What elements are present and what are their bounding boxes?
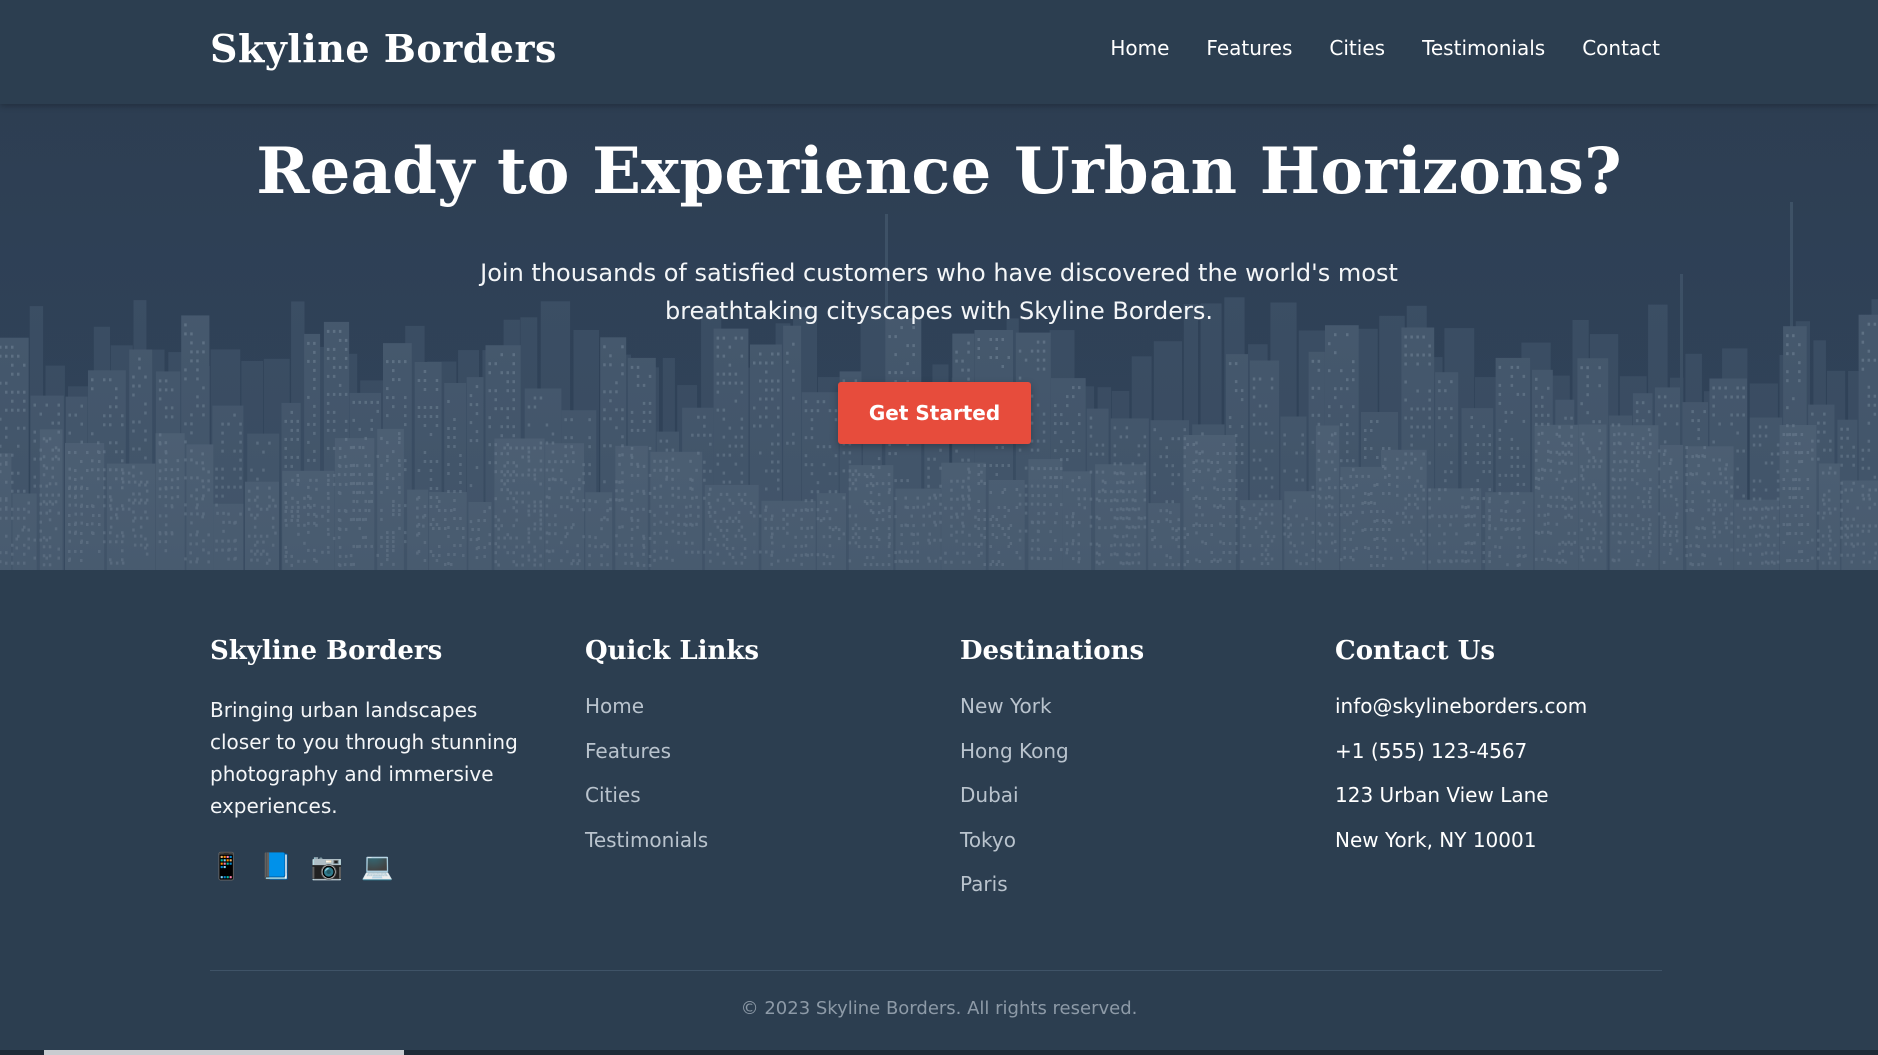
mobile-phone-icon[interactable]: 📱: [210, 852, 242, 882]
social-links: 📱 📘 📷 💻: [210, 852, 540, 882]
contact-email[interactable]: info@skylineborders.com: [1335, 694, 1665, 718]
nav-cities[interactable]: Cities: [1329, 36, 1385, 60]
list-item: Home: [585, 694, 915, 718]
nav-testimonials[interactable]: Testimonials: [1422, 36, 1545, 60]
horizontal-scrollbar[interactable]: [0, 1050, 1878, 1055]
destination-paris[interactable]: Paris: [960, 872, 1008, 896]
get-started-button[interactable]: Get Started: [838, 382, 1031, 444]
destinations-heading: Destinations: [960, 636, 1145, 666]
hero-subtitle: Join thousands of satisfied customers wh…: [480, 259, 1398, 325]
destination-tokyo[interactable]: Tokyo: [960, 828, 1016, 852]
destination-hong-kong[interactable]: Hong Kong: [960, 739, 1069, 763]
contact-phone[interactable]: +1 (555) 123-4567: [1335, 739, 1665, 763]
site-footer: Skyline Borders Bringing urban landscape…: [0, 570, 1878, 1055]
nav-contact[interactable]: Contact: [1582, 36, 1660, 60]
destination-new-york[interactable]: New York: [960, 694, 1052, 718]
destination-dubai[interactable]: Dubai: [960, 783, 1019, 807]
site-header: Skyline Borders Home Features Cities Tes…: [0, 0, 1878, 104]
hero-title: Ready to Experience Urban Horizons?: [256, 134, 1622, 209]
footer-brand-column: Skyline Borders Bringing urban landscape…: [210, 636, 540, 882]
footer-link-testimonials[interactable]: Testimonials: [585, 828, 708, 852]
footer-divider: [210, 970, 1662, 971]
list-item: Testimonials: [585, 828, 915, 852]
contact-heading: Contact Us: [1335, 636, 1495, 666]
contact-address-street: 123 Urban View Lane: [1335, 783, 1549, 807]
footer-contact-column: Contact Us info@skylineborders.com +1 (5…: [1335, 636, 1665, 872]
contact-address-city: New York, NY 10001: [1335, 827, 1537, 852]
quick-links-heading: Quick Links: [585, 636, 760, 666]
list-item: Cities: [585, 783, 915, 807]
list-item: Paris: [960, 872, 1290, 896]
footer-quick-links-column: Quick Links Home Features Cities Testimo…: [585, 636, 915, 872]
laptop-icon[interactable]: 💻: [361, 852, 393, 882]
footer-brand-heading: Skyline Borders: [210, 636, 443, 666]
list-item: Features: [585, 739, 915, 763]
footer-destinations-column: Destinations New York Hong Kong Dubai To…: [960, 636, 1290, 917]
nav-features[interactable]: Features: [1206, 36, 1292, 60]
copyright-text: © 2023 Skyline Borders. All rights reser…: [740, 998, 1138, 1019]
scrollbar-thumb[interactable]: [44, 1050, 404, 1055]
site-logo[interactable]: Skyline Borders: [210, 26, 557, 71]
footer-link-features[interactable]: Features: [585, 739, 671, 763]
footer-link-cities[interactable]: Cities: [585, 783, 641, 807]
nav-home[interactable]: Home: [1110, 36, 1169, 60]
cta-hero: Ready to Experience Urban Horizons? Join…: [0, 104, 1878, 570]
list-item: Hong Kong: [960, 739, 1290, 763]
list-item: New York: [960, 694, 1290, 718]
list-item: Dubai: [960, 783, 1290, 807]
camera-icon[interactable]: 📷: [311, 852, 343, 882]
list-item: Tokyo: [960, 828, 1290, 852]
footer-link-home[interactable]: Home: [585, 694, 644, 718]
main-nav: Home Features Cities Testimonials Contac…: [1110, 36, 1660, 60]
footer-brand-description: Bringing urban landscapes closer to you …: [210, 698, 518, 818]
blue-book-icon[interactable]: 📘: [260, 852, 292, 882]
